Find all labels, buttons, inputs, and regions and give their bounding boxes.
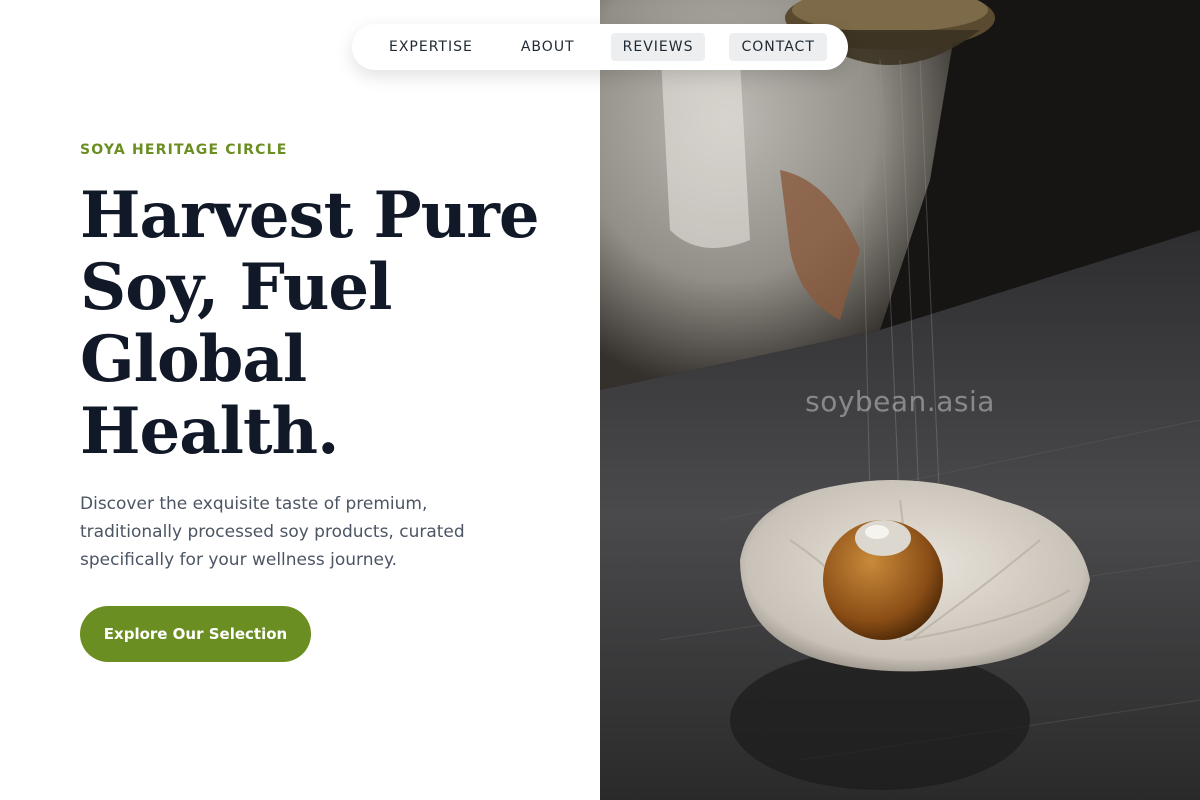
headline-line: Global (80, 322, 307, 397)
nav-item-reviews[interactable]: REVIEWS (610, 33, 706, 61)
hero-eyebrow: SOYA HERITAGE CIRCLE (80, 142, 288, 158)
headline-line: Health. (80, 394, 339, 469)
nav-item-expertise[interactable]: EXPERTISE (377, 33, 485, 61)
watermark-text: soybean.asia (805, 385, 995, 418)
nav-item-about[interactable]: ABOUT (509, 33, 587, 61)
hero-description: Discover the exquisite taste of premium,… (80, 494, 465, 570)
hero-photo: soybean.asia (600, 0, 1200, 800)
nav-item-contact[interactable]: CONTACT (729, 33, 827, 61)
top-nav: EXPERTISE ABOUT REVIEWS CONTACT (352, 24, 848, 70)
headline-line: Harvest Pure (80, 178, 540, 253)
explore-selection-button[interactable]: Explore Our Selection (80, 606, 311, 662)
hero-headline: Harvest Pure Soy, Fuel Global Health. (80, 180, 580, 468)
headline-line: Soy, Fuel (80, 250, 392, 325)
